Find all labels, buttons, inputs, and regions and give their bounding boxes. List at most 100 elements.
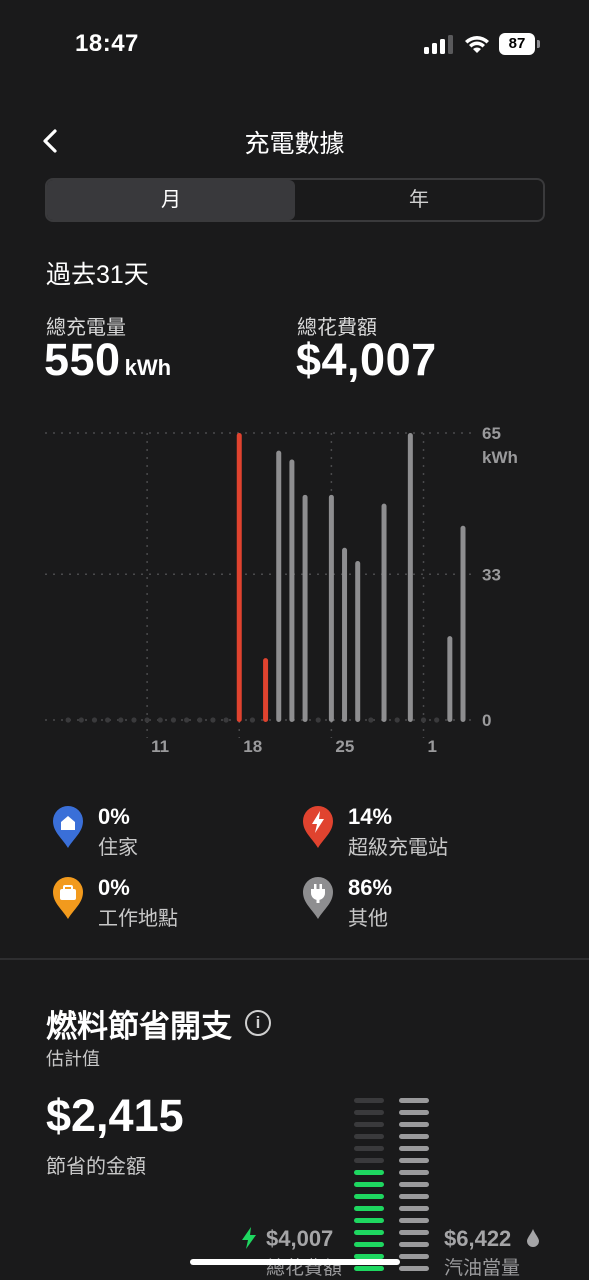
empty-day-dot bbox=[394, 717, 400, 723]
cost-meter-segment bbox=[354, 1182, 384, 1187]
other-label: 其他 bbox=[348, 908, 388, 930]
daily-charging-chart[interactable]: 65 33 0 kWh 11 18 25 1 bbox=[40, 418, 540, 768]
y-tick-label: 65 bbox=[482, 424, 501, 443]
period-label: 過去31天 bbox=[46, 261, 149, 289]
work-label: 工作地點 bbox=[98, 908, 178, 930]
empty-day-dot bbox=[197, 717, 203, 723]
bar-day-27 bbox=[355, 561, 361, 722]
bar-day-22 bbox=[289, 459, 295, 722]
tab-year[interactable]: 年 bbox=[295, 180, 543, 220]
fuel-meter-segment bbox=[399, 1242, 429, 1247]
work-percent: 0% bbox=[98, 875, 130, 900]
cost-meter-segment bbox=[354, 1122, 384, 1127]
estimate-label: 估計值 bbox=[46, 1049, 100, 1069]
empty-day-dot bbox=[131, 717, 137, 723]
page-title: 充電數據 bbox=[244, 130, 345, 158]
empty-day-dot bbox=[65, 717, 71, 723]
total-cost-value: $4,007 bbox=[296, 334, 437, 385]
battery-level: 87 bbox=[499, 33, 535, 55]
cost-meter-segment bbox=[354, 1098, 384, 1103]
cost-meter-segment bbox=[354, 1242, 384, 1247]
cellular-signal-icon bbox=[424, 35, 453, 54]
bar-day-20 bbox=[263, 658, 269, 722]
empty-day-dot bbox=[184, 717, 190, 723]
empty-day-dot bbox=[434, 717, 440, 723]
x-tick-label: 25 bbox=[335, 737, 354, 756]
empty-day-dot bbox=[170, 717, 177, 723]
x-tick-label: 1 bbox=[428, 737, 437, 756]
fuel-meter-segment bbox=[399, 1230, 429, 1235]
battery-tip bbox=[537, 40, 540, 48]
info-icon[interactable]: i bbox=[245, 1010, 271, 1036]
empty-day-dot bbox=[249, 717, 256, 723]
savings-amount: $2,415 bbox=[46, 1090, 184, 1141]
fuel-meter-segment bbox=[399, 1122, 429, 1127]
bar-day-23 bbox=[302, 494, 308, 722]
home-label: 住家 bbox=[98, 837, 138, 859]
savings-label: 節省的金額 bbox=[46, 1156, 146, 1178]
home-percent: 0% bbox=[98, 804, 130, 829]
fuel-equivalent-caption: 汽油當量 bbox=[444, 1258, 521, 1279]
fuel-meter-segment bbox=[399, 1110, 429, 1115]
fuel-meter-segment bbox=[399, 1266, 429, 1271]
x-tick-label: 18 bbox=[243, 737, 262, 756]
empty-day-dot bbox=[420, 717, 427, 723]
total-energy-unit: kWh bbox=[124, 355, 172, 380]
fuel-drop-icon bbox=[527, 1229, 539, 1247]
cost-meter-segment bbox=[354, 1158, 384, 1163]
wifi-icon bbox=[465, 36, 489, 53]
total-cost-caption: 總花費額 bbox=[266, 1258, 343, 1279]
empty-day-dot bbox=[210, 717, 216, 723]
fuel-meter-segment bbox=[399, 1134, 429, 1139]
cost-meter-segment bbox=[354, 1218, 384, 1223]
cost-meter-segment bbox=[354, 1134, 384, 1139]
total-cost-meter bbox=[354, 1098, 384, 1271]
total-energy-value: 550 bbox=[44, 334, 121, 385]
supercharger-label: 超級充電站 bbox=[348, 837, 448, 859]
fuel-equivalent-meter bbox=[399, 1098, 429, 1271]
empty-day-dot bbox=[144, 717, 150, 723]
fuel-savings-title: 燃料節省開支 bbox=[46, 1009, 232, 1044]
y-unit-label: kWh bbox=[482, 448, 518, 467]
empty-day-dot bbox=[91, 717, 98, 723]
y-tick-label: 33 bbox=[482, 565, 501, 584]
other-percent: 86% bbox=[348, 875, 393, 900]
bar-day-21 bbox=[276, 450, 282, 722]
status-time: 18:47 bbox=[75, 30, 139, 57]
y-tick-label: 0 bbox=[482, 711, 491, 730]
empty-day-dot bbox=[315, 717, 321, 723]
empty-day-dot bbox=[78, 717, 84, 723]
fuel-meter-segment bbox=[399, 1194, 429, 1199]
bar-day-26 bbox=[342, 547, 348, 722]
fuel-meter-segment bbox=[399, 1182, 429, 1187]
home-pin-icon bbox=[53, 806, 83, 848]
work-pin-icon bbox=[53, 877, 83, 919]
home-indicator[interactable] bbox=[190, 1259, 400, 1265]
x-tick-label: 11 bbox=[151, 737, 169, 756]
total-cost-amount: $4,007 bbox=[266, 1226, 334, 1251]
bar-day-35 bbox=[460, 525, 466, 722]
empty-day-dot bbox=[368, 717, 374, 723]
fuel-equivalent-amount: $6,422 bbox=[444, 1226, 512, 1251]
cost-meter-segment bbox=[354, 1110, 384, 1115]
total-energy: 550 kWh bbox=[44, 334, 171, 386]
bar-day-25 bbox=[328, 494, 334, 722]
fuel-meter-segment bbox=[399, 1206, 429, 1211]
cost-meter-segment bbox=[354, 1194, 384, 1199]
cost-meter-segment bbox=[354, 1230, 384, 1235]
supercharger-percent: 14% bbox=[348, 804, 393, 829]
cost-meter-segment bbox=[354, 1170, 384, 1175]
cost-meter-segment bbox=[354, 1146, 384, 1151]
tab-month[interactable]: 月 bbox=[47, 180, 295, 220]
empty-day-dot bbox=[118, 717, 124, 723]
plug-pin-icon bbox=[303, 877, 333, 919]
fuel-meter-segment bbox=[399, 1218, 429, 1223]
empty-day-dot bbox=[223, 717, 229, 723]
supercharger-pin-icon bbox=[303, 806, 333, 848]
battery-indicator: 87 bbox=[499, 33, 541, 55]
fuel-meter-segment bbox=[399, 1254, 429, 1259]
empty-day-dot bbox=[157, 717, 163, 723]
cost-meter-segment bbox=[354, 1266, 384, 1271]
bar-day-18 bbox=[236, 433, 242, 722]
fuel-meter-segment bbox=[399, 1170, 429, 1175]
